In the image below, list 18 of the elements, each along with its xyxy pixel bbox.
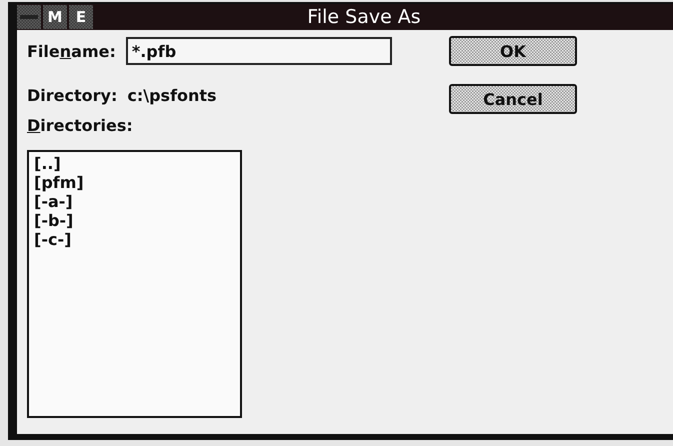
title-bar-button[interactable]: M: [43, 5, 69, 29]
directories-list[interactable]: [..] [pfm] [-a-] [-b-] [-c-]: [27, 150, 242, 418]
filename-field[interactable]: *.pfb: [126, 37, 392, 65]
window-title: File Save As: [306, 6, 422, 28]
cancel-button[interactable]: Cancel: [449, 84, 577, 114]
ok-button[interactable]: OK: [449, 36, 577, 66]
title-bar-button[interactable]: E: [69, 5, 95, 29]
directory-item[interactable]: [pfm]: [34, 173, 235, 192]
system-menu-button[interactable]: [17, 5, 43, 29]
directory-label: Directory:: [27, 86, 118, 104]
directory-item[interactable]: [-c-]: [34, 230, 235, 249]
directory-item[interactable]: [-a-]: [34, 192, 235, 211]
filename-label: Filename:: [27, 42, 116, 60]
directories-label: Directories:: [27, 116, 133, 134]
directory-item[interactable]: [..]: [34, 154, 235, 173]
dash-icon: [20, 15, 38, 19]
directory-item[interactable]: [-b-]: [34, 211, 235, 230]
directory-path: c:\psfonts: [127, 86, 217, 104]
